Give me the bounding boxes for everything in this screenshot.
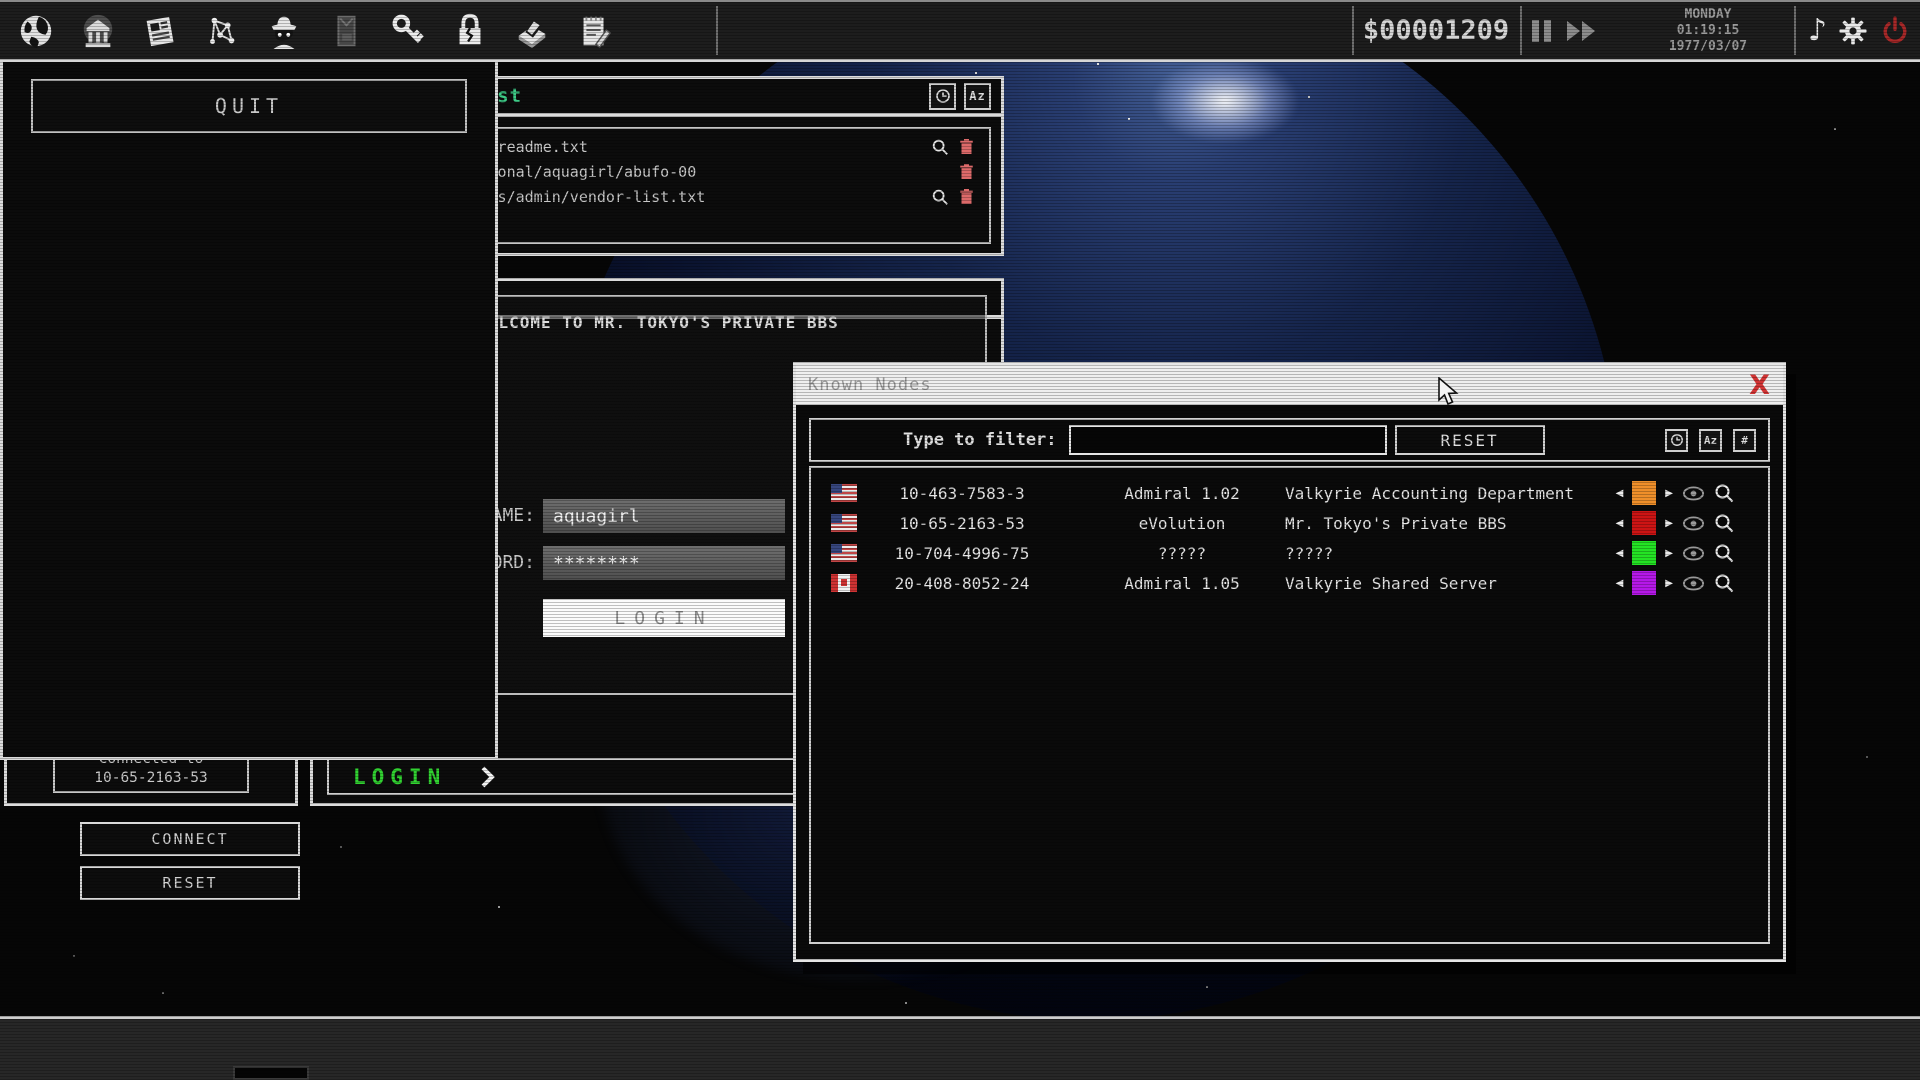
clock-date: 1977/03/07 xyxy=(1669,39,1747,55)
newspaper-icon[interactable] xyxy=(140,9,180,53)
color-prev-icon[interactable]: ◀ xyxy=(1616,518,1624,529)
filter-label: Type to filter: xyxy=(903,430,1057,450)
trace-reset-button[interactable]: RESET xyxy=(80,866,300,900)
sort-time-button[interactable] xyxy=(1665,429,1688,452)
inspect-node-icon[interactable] xyxy=(1714,573,1734,593)
pause-button[interactable] xyxy=(1532,20,1551,42)
inspect-node-icon[interactable] xyxy=(1714,543,1734,563)
crack-lock-icon[interactable] xyxy=(450,9,490,53)
color-next-icon[interactable]: ▶ xyxy=(1665,548,1673,559)
view-file-icon[interactable] xyxy=(927,188,953,206)
hacker-icon[interactable] xyxy=(264,9,304,53)
inspect-node-icon[interactable] xyxy=(1714,513,1734,533)
view-file-icon[interactable] xyxy=(927,138,953,156)
minimized-window-stub[interactable] xyxy=(233,1066,309,1080)
mission-notes-icon[interactable] xyxy=(574,9,614,53)
inspect-node-icon[interactable] xyxy=(1714,483,1734,503)
music-icon[interactable]: ♪ xyxy=(1808,13,1827,48)
power-icon[interactable] xyxy=(1878,12,1912,50)
settings-gear-icon[interactable] xyxy=(1835,11,1871,51)
color-prev-icon[interactable]: ◀ xyxy=(1616,548,1624,559)
node-color-swatch[interactable] xyxy=(1632,511,1656,535)
country-flag-icon xyxy=(831,514,857,532)
color-next-icon[interactable]: ▶ xyxy=(1665,578,1673,589)
key-icon[interactable] xyxy=(388,9,428,53)
watch-node-icon[interactable] xyxy=(1682,575,1705,592)
bank-icon[interactable] xyxy=(78,9,118,53)
close-icon[interactable]: X xyxy=(1749,372,1771,399)
node-color-swatch[interactable] xyxy=(1632,571,1656,595)
top-bar: $00001209 MONDAY 01:19:15 1977/03/07 ♪ xyxy=(0,0,1920,62)
world-map-icon[interactable] xyxy=(16,9,56,53)
known-nodes-title: Known Nodes xyxy=(808,375,932,395)
color-prev-icon[interactable]: ◀ xyxy=(1616,578,1624,589)
filter-input[interactable] xyxy=(1069,425,1387,455)
country-flag-icon xyxy=(831,484,857,502)
connect-button[interactable]: CONNECT xyxy=(80,822,300,856)
clock-time: 01:19:15 xyxy=(1677,23,1740,39)
filter-reset-button[interactable]: RESET xyxy=(1395,425,1545,455)
delete-file-icon[interactable] xyxy=(953,188,979,205)
node-list: 10-463-7583-3 Admiral 1.02 Valkyrie Acco… xyxy=(809,466,1770,944)
filter-bar: Type to filter: RESET Az # xyxy=(809,418,1770,462)
wallet-icon[interactable] xyxy=(326,9,366,53)
country-flag-icon xyxy=(831,574,857,592)
bbs-dm-chat-window: BBS-DM Chat /Alyson X QUIT xyxy=(0,0,498,760)
username-field[interactable] xyxy=(543,499,785,533)
delete-file-icon[interactable] xyxy=(953,163,979,180)
toolbar-icons xyxy=(16,2,614,59)
delete-file-icon[interactable] xyxy=(953,138,979,155)
node-row[interactable]: 20-408-8052-24 Admiral 1.05 Valkyrie Sha… xyxy=(811,568,1768,598)
sort-alpha-button[interactable]: Az xyxy=(964,83,991,110)
login-button[interactable]: LOGIN xyxy=(543,599,785,637)
node-row[interactable]: 10-463-7583-3 Admiral 1.02 Valkyrie Acco… xyxy=(811,478,1768,508)
node-color-swatch[interactable] xyxy=(1632,481,1656,505)
color-prev-icon[interactable]: ◀ xyxy=(1616,488,1624,499)
software-library-icon[interactable] xyxy=(512,9,552,53)
sort-numeric-button[interactable]: # xyxy=(1733,429,1756,452)
session-status-label: LOGIN xyxy=(353,765,446,789)
watch-node-icon[interactable] xyxy=(1682,515,1705,532)
node-color-swatch[interactable] xyxy=(1632,541,1656,565)
color-next-icon[interactable]: ▶ xyxy=(1665,488,1673,499)
known-nodes-titlebar[interactable]: Known Nodes X xyxy=(796,365,1783,405)
chevron-right-icon xyxy=(480,766,496,788)
watch-node-icon[interactable] xyxy=(1682,485,1705,502)
fast-forward-button[interactable] xyxy=(1565,18,1599,44)
network-map-icon[interactable] xyxy=(202,9,242,53)
sort-time-button[interactable] xyxy=(929,83,956,110)
sun-glare xyxy=(1150,58,1300,144)
password-field[interactable] xyxy=(543,546,785,580)
clock-day: MONDAY xyxy=(1685,7,1732,23)
watch-node-icon[interactable] xyxy=(1682,545,1705,562)
color-next-icon[interactable]: ▶ xyxy=(1665,518,1673,529)
node-row[interactable]: 10-704-4996-75 ????? ????? ◀ ▶ xyxy=(811,538,1768,568)
money-counter: $00001209 xyxy=(1358,2,1514,59)
quit-button[interactable]: QUIT xyxy=(31,79,467,133)
node-row[interactable]: 10-65-2163-53 eVolution Mr. Tokyo's Priv… xyxy=(811,508,1768,538)
sort-alpha-button[interactable]: Az xyxy=(1699,429,1722,452)
known-nodes-window: Known Nodes X Type to filter: RESET Az #… xyxy=(793,362,1786,962)
game-clock: MONDAY 01:19:15 1977/03/07 xyxy=(1628,2,1788,59)
country-flag-icon xyxy=(831,544,857,562)
